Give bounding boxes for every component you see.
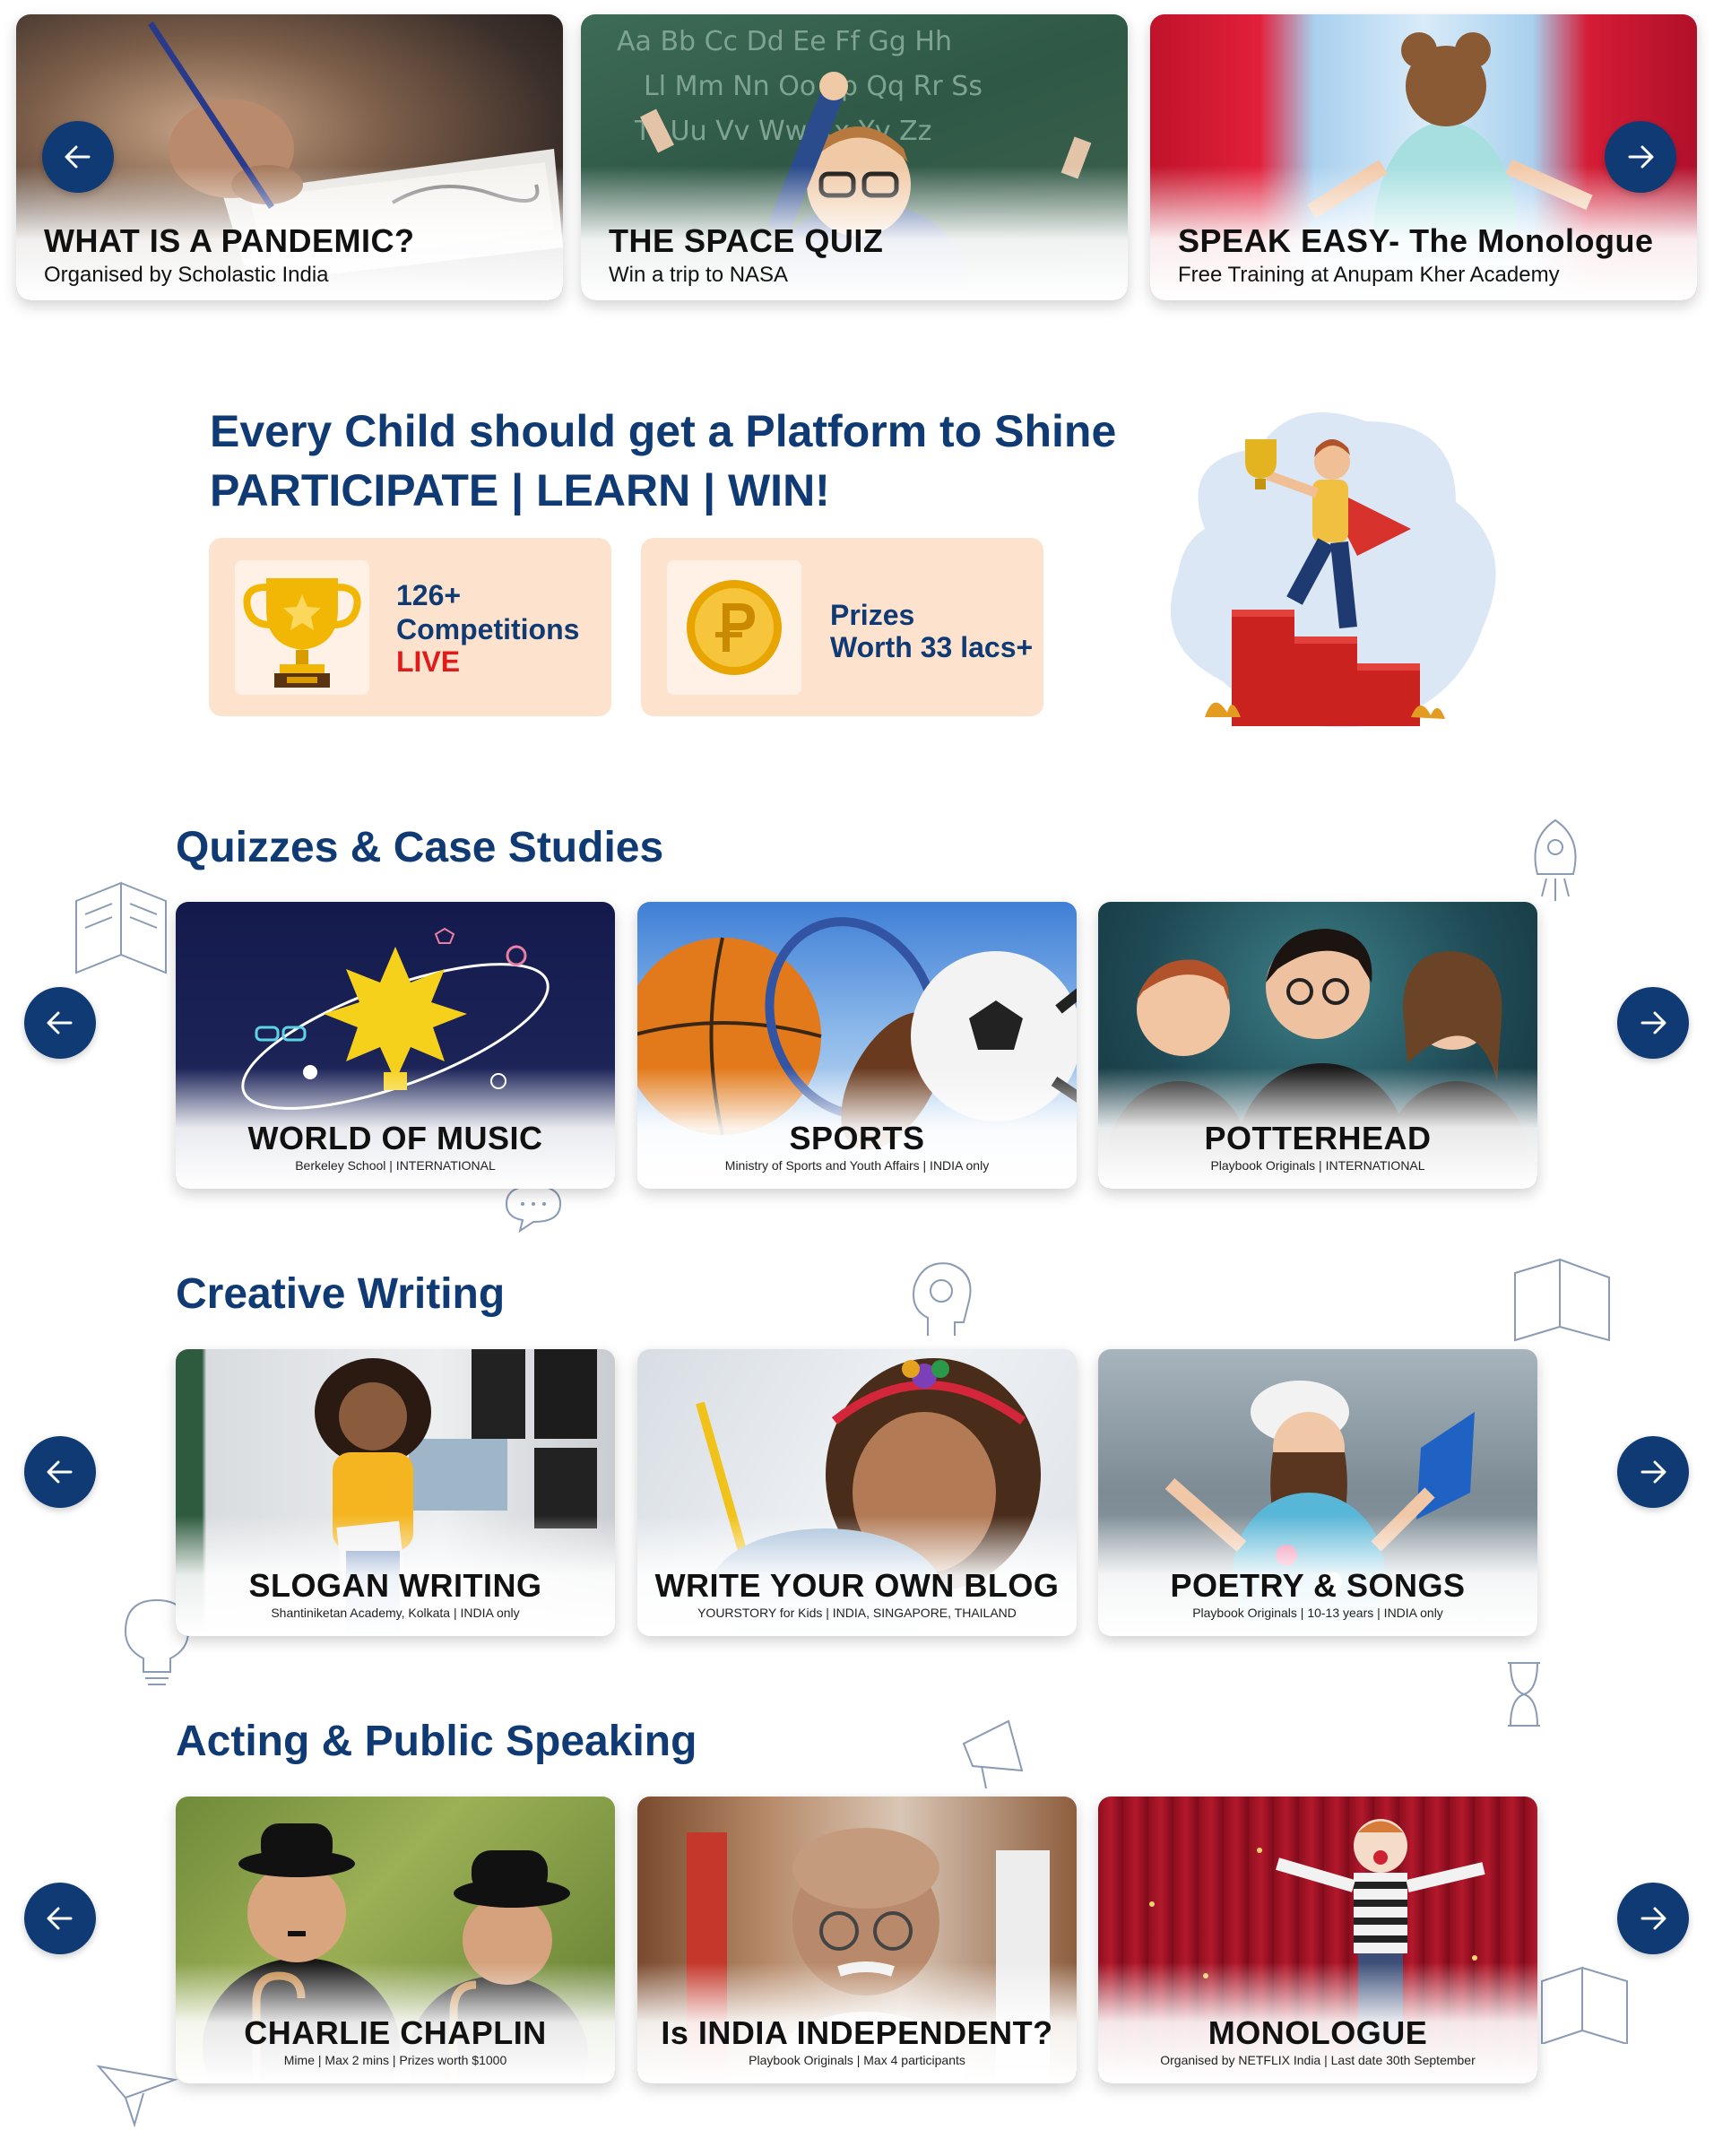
card-subtitle: Playbook Originals | Max 4 participants [749, 2053, 965, 2067]
prizes-label: Prizes [830, 599, 915, 631]
competitions-stat: 126+ Competitions LIVE [209, 538, 611, 716]
card-charlie-chaplin[interactable]: CHARLIE CHAPLIN Mime | Max 2 mins | Priz… [176, 1797, 615, 2083]
card-write-your-own-blog[interactable]: WRITE YOUR OWN BLOG YOURSTORY for Kids |… [637, 1349, 1077, 1636]
card-subtitle: Playbook Originals | 10-13 years | INDIA… [1192, 1606, 1443, 1620]
top-card-title: SPEAK EASY- The Monologue [1178, 222, 1654, 259]
speech-bubble-doodle [505, 1184, 562, 1234]
top-carousel-next-button[interactable] [1605, 121, 1676, 193]
card-sports[interactable]: SPORTS Ministry of Sports and Youth Affa… [637, 902, 1077, 1189]
card-title: WORLD OF MUSIC [247, 1120, 543, 1156]
hourglass-doodle [1508, 1662, 1540, 1727]
card-slogan-writing[interactable]: SLOGAN WRITING Shantiniketan Academy, Ko… [176, 1349, 615, 1636]
section-title-acting: Acting & Public Speaking [176, 1718, 697, 1765]
top-card-subtitle: Win a trip to NASA [609, 263, 789, 287]
card-title: POTTERHEAD [1204, 1120, 1432, 1156]
card-title: SPORTS [789, 1120, 925, 1156]
book-doodle-2 [1541, 1966, 1628, 2044]
card-monologue[interactable]: MONOLOGUE Organised by NETFLIX India | L… [1098, 1797, 1537, 2083]
acting-prev-button[interactable] [24, 1883, 96, 1954]
arrow-right-icon [1628, 145, 1654, 169]
card-subtitle: Ministry of Sports and Youth Affairs | I… [724, 1158, 990, 1173]
arrow-left-icon [47, 1011, 73, 1035]
rocket-doodle [1534, 818, 1577, 901]
svg-text:Ll Mm Nn Oo Pp Qq Rr Ss: Ll Mm Nn Oo Pp Qq Rr Ss [644, 71, 983, 102]
megaphone-doodle [962, 1719, 1024, 1789]
arrow-right-icon [1640, 1011, 1666, 1035]
writing-prev-button[interactable] [24, 1436, 96, 1508]
card-subtitle: Shantiniketan Academy, Kolkata | INDIA o… [271, 1606, 520, 1620]
arrow-right-icon [1640, 1907, 1666, 1930]
page: WHAT IS A PANDEMIC? Organised by Scholas… [0, 0, 1714, 2156]
card-subtitle: YOURSTORY for Kids | INDIA, SINGAPORE, T… [697, 1606, 1017, 1620]
open-book-doodle [75, 881, 167, 974]
card-subtitle: Organised by NETFLIX India | Last date 3… [1160, 2053, 1476, 2067]
svg-text:Aa Bb Cc Dd Ee Ff Gg Hh: Aa Bb Cc Dd Ee Ff Gg Hh [617, 26, 952, 57]
card-potterhead[interactable]: POTTERHEAD Playbook Originals | INTERNAT… [1098, 902, 1537, 1189]
icon-tile [667, 560, 801, 695]
live-status: LIVE [396, 645, 461, 678]
card-poetry-and-songs[interactable]: POETRY & SONGS Playbook Originals | 10-1… [1098, 1349, 1537, 1636]
top-card-title: THE SPACE QUIZ [609, 222, 884, 259]
arrow-left-icon [47, 1907, 73, 1930]
card-subtitle: Berkeley School | INTERNATIONAL [295, 1158, 496, 1173]
card-subtitle: Playbook Originals | INTERNATIONAL [1210, 1158, 1425, 1173]
card-title: CHARLIE CHAPLIN [244, 2014, 547, 2051]
prizes-value: Worth 33 lacs+ [830, 631, 1034, 663]
hero-headline: Every Child should get a Platform to Shi… [210, 406, 1117, 456]
writing-next-button[interactable] [1617, 1436, 1689, 1508]
card-title: Is INDIA INDEPENDENT? [661, 2014, 1053, 2051]
card-title: MONOLOGUE [1208, 2014, 1428, 2051]
card-title: SLOGAN WRITING [248, 1567, 542, 1604]
section-title-writing: Creative Writing [176, 1270, 506, 1318]
competitions-label: Competitions [396, 613, 580, 645]
quizzes-next-button[interactable] [1617, 987, 1689, 1059]
card-subtitle: Mime | Max 2 mins | Prizes worth $1000 [283, 2053, 507, 2067]
card-title: WRITE YOUR OWN BLOG [654, 1567, 1060, 1604]
arrow-left-icon [47, 1460, 73, 1484]
arrow-left-icon [65, 145, 91, 169]
quizzes-prev-button[interactable] [24, 987, 96, 1059]
section-title-quizzes: Quizzes & Case Studies [176, 824, 664, 871]
competitions-count: 126+ [396, 579, 462, 611]
top-card-space-quiz[interactable]: Aa Bb Cc Dd Ee Ff Gg Hh Ll Mm Nn Oo Pp Q… [581, 14, 1128, 300]
trophy-icon [243, 578, 361, 688]
prizes-stat: Prizes Worth 33 lacs+ [641, 538, 1043, 716]
card-is-india-independent[interactable]: Is INDIA INDEPENDENT? Playbook Originals… [637, 1797, 1077, 2083]
top-card-subtitle: Organised by Scholastic India [44, 263, 329, 287]
top-carousel-prev-button[interactable] [42, 121, 114, 193]
hero-tagline: PARTICIPATE | LEARN | WIN! [210, 465, 830, 515]
book-doodle [1514, 1258, 1610, 1342]
paper-plane-doodle [96, 2065, 178, 2128]
acting-next-button[interactable] [1617, 1883, 1689, 1954]
winner-climbing-stairs-illustration [1170, 412, 1496, 728]
brain-gear-doodle [913, 1262, 972, 1336]
icon-tile [235, 560, 369, 695]
coin-icon [687, 580, 782, 675]
top-card-title: WHAT IS A PANDEMIC? [44, 222, 415, 259]
top-card-subtitle: Free Training at Anupam Kher Academy [1178, 263, 1560, 287]
arrow-right-icon [1640, 1460, 1666, 1484]
card-title: POETRY & SONGS [1170, 1567, 1466, 1604]
card-world-of-music[interactable]: WORLD OF MUSIC Berkeley School | INTERNA… [176, 902, 615, 1189]
